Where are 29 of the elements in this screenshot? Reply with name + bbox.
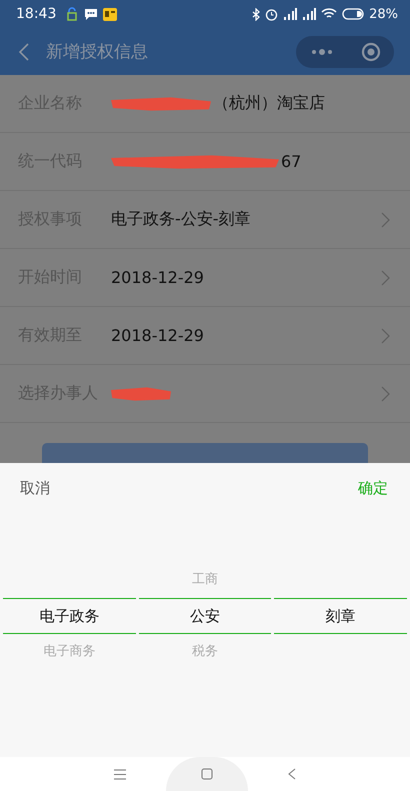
card-icon	[103, 8, 118, 20]
back-icon[interactable]	[288, 768, 296, 780]
picker-option[interactable]: 电子政务	[3, 598, 136, 634]
battery-icon	[342, 8, 364, 20]
lock-icon	[65, 7, 80, 21]
capsule-menu[interactable]	[296, 36, 394, 68]
page-title: 新增授权信息	[46, 41, 148, 63]
status-time: 18:43	[16, 6, 56, 22]
field-value: 电子政务-公安-刻章	[111, 209, 251, 230]
more-icon[interactable]	[310, 48, 334, 56]
confirm-button[interactable]: 确定	[358, 478, 388, 498]
bluetooth-icon	[252, 8, 260, 20]
menu-icon[interactable]	[114, 768, 126, 780]
picker-option[interactable]: 公安	[138, 598, 272, 634]
close-icon[interactable]	[360, 42, 380, 62]
signal-icon	[283, 8, 298, 20]
field-value: 2018-12-29	[111, 268, 204, 287]
message-icon	[84, 8, 98, 20]
field-value: （杭州）淘宝店	[213, 93, 325, 114]
square-icon[interactable]	[201, 768, 213, 780]
field-value: 2018-12-29	[111, 326, 204, 345]
field-value: 67	[281, 152, 302, 171]
cancel-button[interactable]: 取消	[20, 478, 50, 498]
battery-level: 28%	[369, 6, 398, 22]
wifi-icon	[321, 8, 338, 20]
signal-icon	[302, 8, 316, 20]
back-icon[interactable]	[18, 42, 30, 60]
picker-option[interactable]: 刻章	[274, 598, 408, 634]
alarm-icon	[265, 8, 278, 20]
